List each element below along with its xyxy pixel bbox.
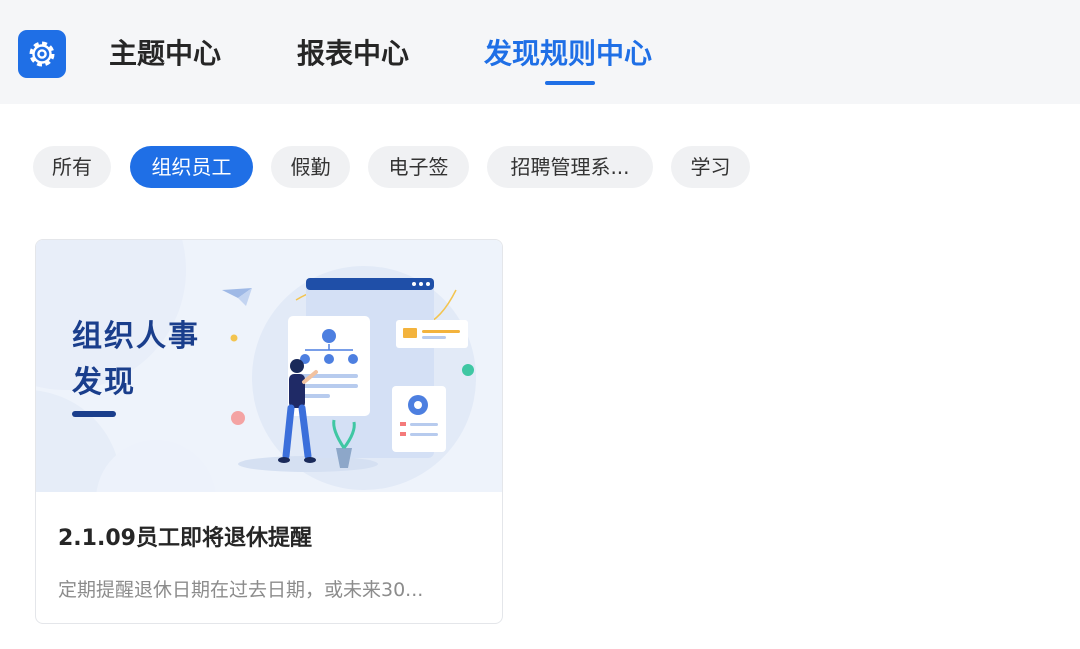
filter-chip-recruitment-system[interactable]: 招聘管理系... bbox=[487, 146, 653, 188]
settings-gear-icon[interactable] bbox=[18, 30, 66, 78]
card-title: 2.1.09员工即将退休提醒 bbox=[58, 526, 312, 551]
tab-topic-center[interactable]: 主题中心 bbox=[109, 32, 221, 76]
filter-chip-all[interactable]: 所有 bbox=[33, 146, 111, 188]
tab-discovery-rules-center[interactable]: 发现规则中心 bbox=[484, 32, 652, 76]
filter-chip-learning[interactable]: 学习 bbox=[671, 146, 750, 188]
banner-title: 组织人事 发现 bbox=[72, 319, 200, 400]
card-banner: 组织人事 发现 bbox=[36, 240, 502, 492]
filter-chip-e-signature[interactable]: 电子签 bbox=[368, 146, 469, 188]
tab-report-center[interactable]: 报表中心 bbox=[297, 32, 409, 76]
top-nav-bar: 主题中心 报表中心 发现规则中心 bbox=[0, 0, 1080, 104]
filter-chip-org-employees[interactable]: 组织员工 bbox=[130, 146, 253, 188]
banner-underline bbox=[72, 411, 116, 417]
filter-chip-leave-attendance[interactable]: 假勤 bbox=[271, 146, 350, 188]
rule-card[interactable]: 组织人事 发现 2.1.09员工即将退休提醒 定期提醒退休日期在过去日期，或未来… bbox=[35, 239, 503, 624]
active-tab-indicator bbox=[545, 81, 595, 85]
card-description: 定期提醒退休日期在过去日期，或未来30... bbox=[58, 579, 424, 601]
org-people-illustration bbox=[222, 266, 476, 490]
